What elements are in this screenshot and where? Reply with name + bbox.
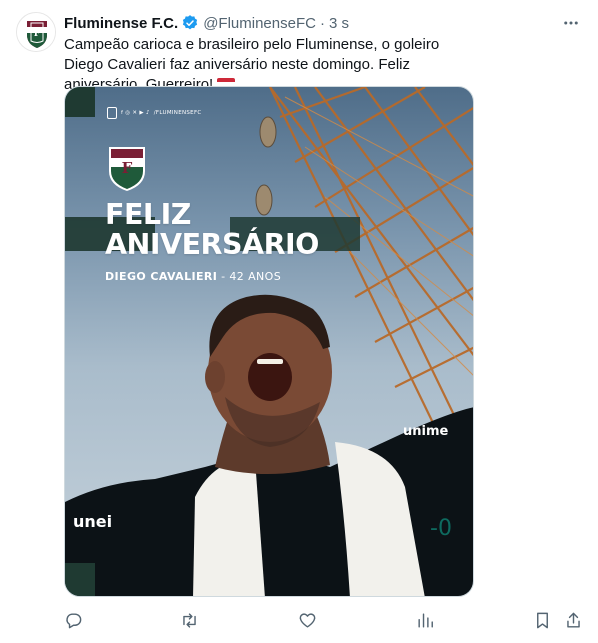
mini-crest-icon (107, 107, 117, 119)
display-name[interactable]: Fluminense F.C. (64, 15, 178, 32)
action-bar (64, 606, 582, 634)
svg-text:F: F (34, 29, 41, 39)
social-handle-bar: f ◎ ✕ ▶ ♪ /FLUMINENSEFC (107, 107, 202, 119)
subline: DIEGO CAVALIERI - 42 ANOS (105, 270, 281, 283)
retweet-icon[interactable] (175, 606, 203, 634)
bookmark-icon[interactable] (528, 606, 556, 634)
timestamp[interactable]: 3 s (329, 15, 349, 32)
separator-dot: · (319, 14, 325, 32)
player-age: - 42 ANOS (217, 270, 282, 283)
reply-icon[interactable] (59, 606, 87, 634)
headline-line-2: Aniversário (105, 228, 319, 261)
tweet-header: Fluminense F.C. @FluminenseFC · 3 s (64, 12, 582, 34)
corner-accent (65, 87, 95, 117)
headline-line-1: Feliz (105, 198, 191, 231)
svg-text:unei: unei (73, 512, 112, 531)
tweet[interactable]: F Fluminense F.C. @FluminenseFC · 3 s Ca… (0, 0, 598, 643)
headline: Feliz Aniversário (105, 200, 319, 260)
avatar[interactable]: F (16, 12, 56, 52)
user-handle[interactable]: @FluminenseFC (203, 15, 316, 32)
more-dots-icon[interactable] (560, 12, 582, 34)
club-crest-icon: F (109, 147, 145, 191)
views-icon[interactable] (411, 606, 439, 634)
tweet-text-body: Campeão carioca e brasileiro pelo Flumin… (64, 36, 440, 93)
player-name: DIEGO CAVALIERI (105, 270, 218, 283)
social-icons: f ◎ ✕ ▶ ♪ (121, 110, 150, 116)
svg-text:F: F (122, 159, 133, 177)
tweet-media-image[interactable]: unei unime -0 f ◎ ✕ ▶ ♪ /FLUMINENSEFC F … (64, 86, 474, 597)
like-icon[interactable] (293, 606, 321, 634)
fluminense-crest-icon: F (17, 13, 55, 51)
share-icon[interactable] (559, 606, 587, 634)
social-handle-text: /FLUMINENSEFC (153, 110, 202, 116)
svg-text:unime: unime (403, 424, 449, 439)
svg-text:-0: -0 (430, 516, 452, 541)
verified-badge-icon[interactable] (181, 14, 199, 32)
